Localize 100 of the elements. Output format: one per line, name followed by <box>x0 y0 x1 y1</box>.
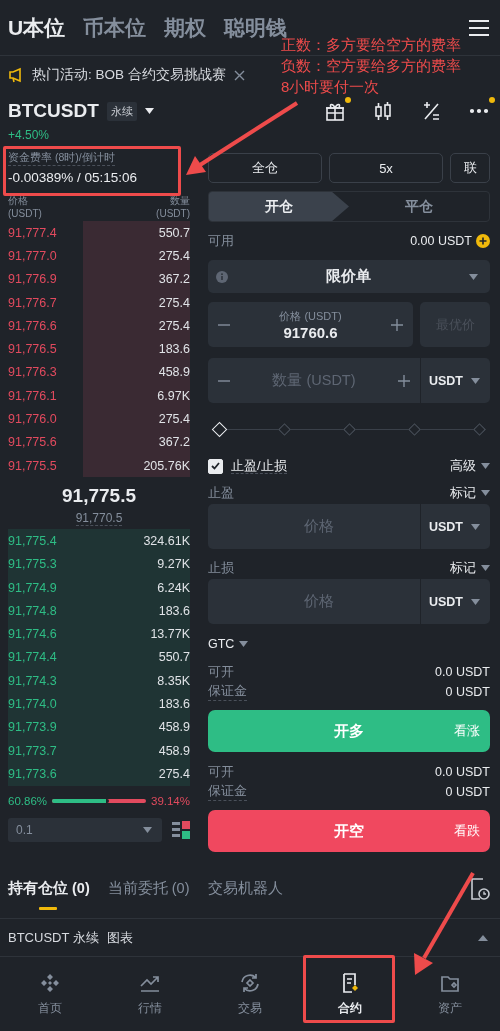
trigger-dropdown[interactable]: 标记 <box>450 484 490 502</box>
slider-step-mark[interactable] <box>473 423 486 436</box>
position-mode-button[interactable]: 联 <box>450 153 490 183</box>
megaphone-icon <box>8 67 24 83</box>
unit-dropdown[interactable]: USDT <box>419 358 480 403</box>
bid-price[interactable]: 91,775.3 <box>8 557 57 572</box>
ask-price[interactable]: 91,776.3 <box>8 365 57 380</box>
bid-price[interactable]: 91,774.8 <box>8 603 57 618</box>
plus-icon[interactable] <box>397 374 410 387</box>
bid-price[interactable]: 91,774.0 <box>8 697 57 711</box>
bid-price[interactable]: 91,774.9 <box>8 580 57 595</box>
dropdown-caret-icon <box>144 108 154 114</box>
chart-symbol: BTCUSDT 永续 <box>8 928 99 947</box>
leverage-button[interactable]: 5x <box>329 153 443 183</box>
bid-price[interactable]: 91,773.9 <box>8 720 57 735</box>
available-balance: 0.00 USDT <box>410 234 472 248</box>
ask-quantity: 367.2 <box>158 272 190 287</box>
book-layout-icon[interactable] <box>172 819 190 840</box>
column-header: 数量 <box>170 194 190 207</box>
ask-quantity: 275.4 <box>158 318 190 333</box>
open-short-button[interactable]: 开空 看跌 <box>208 810 490 852</box>
tab-underline <box>39 907 58 910</box>
advanced-dropdown[interactable]: 高级 <box>450 457 490 475</box>
bid-price[interactable]: 91,773.6 <box>8 766 57 781</box>
info-icon <box>216 270 228 283</box>
info-value: 0.0 USDT <box>435 665 490 679</box>
caret-icon <box>143 826 152 833</box>
trigger-dropdown[interactable]: 标记 <box>450 559 490 577</box>
info-label: 可开 <box>208 763 234 781</box>
order-tab[interactable]: 开仓 <box>209 192 349 221</box>
unit-dropdown[interactable]: USDT <box>419 504 480 549</box>
bid-quantity: 183.6 <box>158 697 190 711</box>
nav-item[interactable]: 行情 <box>110 970 190 1017</box>
ask-price[interactable]: 91,777.0 <box>8 248 57 263</box>
candlestick-icon[interactable] <box>372 100 394 122</box>
unit-dropdown[interactable]: USDT <box>419 579 480 624</box>
info-label: 保证金 <box>208 683 247 701</box>
chart-label[interactable]: 图表 <box>106 928 133 947</box>
position-tab[interactable]: 持有仓位 (0) <box>8 867 90 910</box>
history-icon[interactable] <box>470 877 490 900</box>
nav-item[interactable]: 交易 <box>210 970 290 1017</box>
order-type-dropdown[interactable]: 限价单 <box>208 260 490 293</box>
caret-icon <box>471 523 480 530</box>
ask-price[interactable]: 91,776.7 <box>8 295 57 310</box>
symbol-name[interactable]: BTCUSDT <box>8 100 99 122</box>
position-tab[interactable]: 交易机器人 <box>207 867 283 910</box>
slider-step-mark[interactable] <box>278 423 291 436</box>
caret-icon <box>471 598 480 605</box>
bid-quantity: 9.27K <box>157 557 190 572</box>
nav-item[interactable]: 资产 <box>410 970 490 1017</box>
precision-dropdown[interactable]: 0.1 <box>8 817 162 842</box>
ask-price[interactable]: 91,776.6 <box>8 318 57 333</box>
annotation-note: 8小时要付一次 <box>281 78 380 97</box>
expand-caret-icon[interactable] <box>478 934 488 941</box>
tpsl-label[interactable]: 止盈/止损 <box>231 458 287 474</box>
bid-price[interactable]: 91,775.4 <box>8 533 57 548</box>
plus-icon[interactable] <box>391 318 403 331</box>
price-input-field[interactable]: 价格 USDT <box>208 504 490 549</box>
ask-price[interactable]: 91,775.5 <box>8 458 57 473</box>
bid-price[interactable]: 91,774.3 <box>8 673 57 688</box>
nav-item[interactable]: 合约 <box>310 970 390 1017</box>
caret-icon <box>481 463 490 469</box>
ask-price[interactable]: 91,777.4 <box>8 225 57 240</box>
nav-item[interactable]: 首页 <box>10 970 90 1017</box>
ask-quantity: 275.4 <box>158 295 190 310</box>
market-tab[interactable]: U本位 <box>8 13 66 42</box>
market-tab[interactable]: 币本位 <box>83 13 147 42</box>
margin-mode-button[interactable]: 全仓 <box>208 153 322 183</box>
time-in-force-dropdown[interactable]: GTC <box>208 637 249 651</box>
ask-price[interactable]: 91,776.0 <box>8 412 57 426</box>
field-label: 止损 <box>208 559 234 577</box>
slider-step-mark[interactable] <box>343 423 356 436</box>
add-funds-icon[interactable] <box>476 234 490 248</box>
announcement-text[interactable]: 热门活动: BOB 合约交易挑战赛 <box>32 66 226 84</box>
bid-quantity: 13.77K <box>150 627 190 642</box>
annotation-note: 负数：空方要给多方的费率 <box>281 57 461 76</box>
price-input-field[interactable]: 价格 USDT <box>208 579 490 624</box>
ask-quantity: 550.7 <box>158 225 190 240</box>
order-tab[interactable]: 平仓 <box>349 192 489 221</box>
market-tab[interactable]: 期权 <box>164 13 207 42</box>
ask-price[interactable]: 91,776.9 <box>8 272 57 287</box>
price-input-field[interactable]: 价格 (USDT) 91760.6 <box>208 302 413 347</box>
bid-price[interactable]: 91,773.7 <box>8 743 57 758</box>
ask-quantity: 367.2 <box>158 435 190 450</box>
bid-price[interactable]: 91,774.6 <box>8 627 57 642</box>
close-icon[interactable] <box>233 69 245 81</box>
exchange-icon <box>238 971 262 995</box>
bid-price[interactable]: 91,774.4 <box>8 650 57 665</box>
ask-price[interactable]: 91,776.5 <box>8 342 57 357</box>
ask-price[interactable]: 91,776.1 <box>8 388 57 403</box>
field-label: 止盈 <box>208 484 234 502</box>
last-price: 91,775.5 <box>62 485 136 508</box>
tpsl-checkbox[interactable] <box>208 458 223 474</box>
ask-price[interactable]: 91,775.6 <box>8 435 57 450</box>
column-unit: (USDT) <box>156 207 190 220</box>
slider-step-mark[interactable] <box>408 423 421 436</box>
price-change: +4.50% <box>7 128 51 144</box>
menu-icon[interactable] <box>468 18 490 37</box>
position-tab[interactable]: 当前委托 (0) <box>107 867 190 910</box>
ask-quantity: 275.4 <box>158 412 190 426</box>
